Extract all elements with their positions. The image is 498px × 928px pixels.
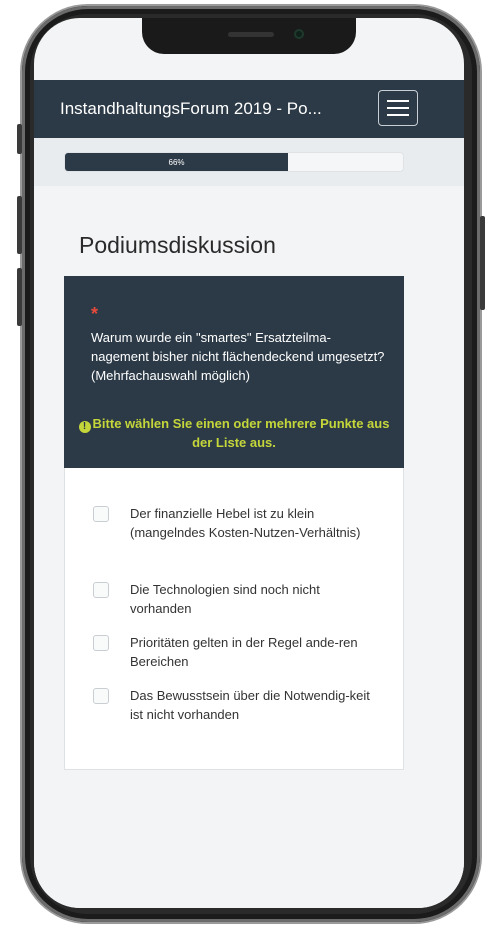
phone-screen: InstandhaltungsForum 2019 - Po... 66% Po… [34, 18, 464, 908]
question-header: * Warum wurde ein "smartes" Ersatzteilma… [64, 276, 404, 468]
question-tip: ! Bitte wählen Sie einen oder mehrere Pun… [76, 414, 392, 452]
phone-side-button-left-3 [17, 268, 22, 326]
answer-list: Der finanzielle Hebel ist zu klein (mang… [64, 468, 404, 770]
hamburger-icon-line-2 [387, 107, 409, 109]
survey-body: Podiumsdiskussion * Warum wurde ein "sma… [34, 186, 464, 908]
answer-label-2[interactable]: Die Technologien sind noch nicht vorhand… [130, 580, 370, 618]
menu-toggle-button[interactable] [378, 90, 418, 126]
top-navbar: InstandhaltungsForum 2019 - Po... [34, 80, 464, 138]
required-marker: * [91, 304, 99, 324]
survey-title[interactable]: InstandhaltungsForum 2019 - Po... [60, 99, 360, 119]
front-camera-icon [294, 29, 304, 39]
group-title: Podiumsdiskussion [79, 232, 276, 258]
answer-option-2[interactable]: Die Technologien sind noch nicht vorhand… [93, 580, 370, 618]
phone-side-button-left-2 [17, 196, 22, 254]
speaker-grille [228, 32, 274, 37]
phone-notch [142, 18, 356, 54]
answer-label-4[interactable]: Das Bewusstsein über die Notwendig-keit … [130, 686, 370, 724]
phone-side-button-right [480, 216, 485, 310]
hamburger-icon-line-1 [387, 100, 409, 102]
answer-label-1[interactable]: Der finanzielle Hebel ist zu klein (mang… [130, 504, 370, 542]
progress-bar: 66% [64, 152, 404, 172]
progress-area: 66% [34, 138, 464, 186]
answer-checkbox-1[interactable] [93, 506, 109, 522]
question-text: Warum wurde ein "smartes" Ersatzteilma-n… [91, 330, 385, 383]
tip-text: Bitte wählen Sie einen oder mehrere Punk… [92, 416, 390, 450]
answer-option-1[interactable]: Der finanzielle Hebel ist zu klein (mang… [93, 504, 370, 542]
progress-label: 66% [168, 157, 185, 167]
answer-option-4[interactable]: Das Bewusstsein über die Notwendig-keit … [93, 686, 370, 724]
answer-checkbox-2[interactable] [93, 582, 109, 598]
progress-bar-fill: 66% [65, 153, 289, 171]
answer-checkbox-4[interactable] [93, 688, 109, 704]
answer-checkbox-3[interactable] [93, 635, 109, 651]
answer-option-3[interactable]: Prioritäten gelten in der Regel ande-ren… [93, 633, 370, 671]
hamburger-icon-line-3 [387, 114, 409, 116]
phone-side-button-left-1 [17, 124, 22, 154]
exclamation-circle-icon: ! [78, 421, 91, 433]
answer-label-3[interactable]: Prioritäten gelten in der Regel ande-ren… [130, 633, 370, 671]
